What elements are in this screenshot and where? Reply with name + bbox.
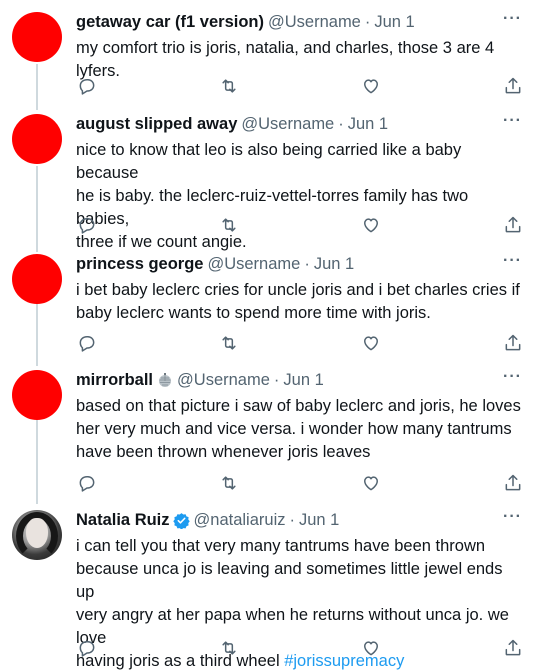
tweet-header: getaway car (f1 version) @Username · Jun… [76, 12, 524, 32]
verified-badge-icon [172, 512, 190, 529]
tweet-header: princess george @Username · Jun 1 [76, 254, 524, 274]
thread-connector-line [36, 418, 38, 504]
separator-dot: · [273, 371, 280, 389]
timestamp[interactable]: Jun 1 [314, 254, 354, 274]
like-icon[interactable] [360, 214, 382, 236]
tweet-text: i bet baby leclerc cries for uncle joris… [76, 281, 520, 322]
display-name[interactable]: august slipped away [76, 114, 237, 134]
tweet-actions [76, 332, 524, 354]
tweet-thread: getaway car (f1 version) @Username · Jun… [0, 0, 540, 671]
tweet-text: nice to know that leo is also being carr… [76, 141, 469, 251]
username-handle[interactable]: @Username [241, 114, 334, 134]
username-handle[interactable]: @Username [207, 254, 300, 274]
share-icon[interactable] [502, 75, 524, 97]
username-handle[interactable]: @nataliaruiz [194, 510, 286, 530]
tweet-actions [76, 472, 524, 494]
tweet-header: august slipped away @Username · Jun 1 [76, 114, 524, 134]
share-icon[interactable] [502, 332, 524, 354]
tweet-actions [76, 75, 524, 97]
avatar-face-shape [26, 518, 48, 548]
separator-dot: · [364, 13, 371, 31]
tweet-actions [76, 214, 524, 236]
retweet-icon[interactable] [218, 332, 240, 354]
tweet-header: mirrorball @Username · Jun 1 [76, 370, 524, 390]
retweet-icon[interactable] [218, 214, 240, 236]
like-icon[interactable] [360, 75, 382, 97]
avatar[interactable] [12, 370, 62, 420]
display-name[interactable]: princess george [76, 254, 203, 274]
reply-icon[interactable] [76, 472, 98, 494]
share-icon[interactable] [502, 214, 524, 236]
retweet-icon[interactable] [218, 75, 240, 97]
more-options-icon[interactable]: ··· [503, 508, 522, 526]
avatar[interactable] [12, 114, 62, 164]
timestamp[interactable]: Jun 1 [348, 114, 388, 134]
like-icon[interactable] [360, 332, 382, 354]
retweet-icon[interactable] [218, 637, 240, 659]
timestamp[interactable]: Jun 1 [283, 370, 323, 390]
tweet-text: based on that picture i saw of baby lecl… [76, 397, 521, 461]
timestamp[interactable]: Jun 1 [299, 510, 339, 530]
more-options-icon[interactable]: ··· [503, 368, 522, 386]
thread-connector-line [36, 302, 38, 366]
more-options-icon[interactable]: ··· [503, 10, 522, 28]
tweet-header: Natalia Ruiz @nataliaruiz · Jun 1 [76, 510, 524, 530]
share-icon[interactable] [502, 472, 524, 494]
separator-dot: · [338, 115, 344, 133]
reply-icon[interactable] [76, 75, 98, 97]
disco-ball-emoji-icon [159, 373, 172, 387]
more-options-icon[interactable]: ··· [503, 252, 522, 270]
display-name[interactable]: Natalia Ruiz [76, 510, 170, 530]
avatar[interactable] [12, 254, 62, 304]
reply-icon[interactable] [76, 214, 98, 236]
reply-icon[interactable] [76, 332, 98, 354]
thread-connector-line [36, 64, 38, 110]
username-handle[interactable]: @Username [177, 370, 270, 390]
like-icon[interactable] [360, 472, 382, 494]
timestamp[interactable]: Jun 1 [374, 12, 414, 32]
avatar[interactable] [12, 510, 62, 560]
like-icon[interactable] [360, 637, 382, 659]
reply-icon[interactable] [76, 637, 98, 659]
display-name[interactable]: getaway car (f1 version) [76, 12, 264, 32]
username-handle[interactable]: @Username [268, 12, 361, 32]
avatar[interactable] [12, 12, 62, 62]
separator-dot: · [304, 255, 310, 273]
share-icon[interactable] [502, 637, 524, 659]
retweet-icon[interactable] [218, 472, 240, 494]
more-options-icon[interactable]: ··· [503, 112, 522, 130]
tweet-actions [76, 637, 524, 659]
separator-dot: · [289, 511, 296, 529]
thread-connector-line [36, 166, 38, 252]
display-name[interactable]: mirrorball [76, 370, 153, 390]
